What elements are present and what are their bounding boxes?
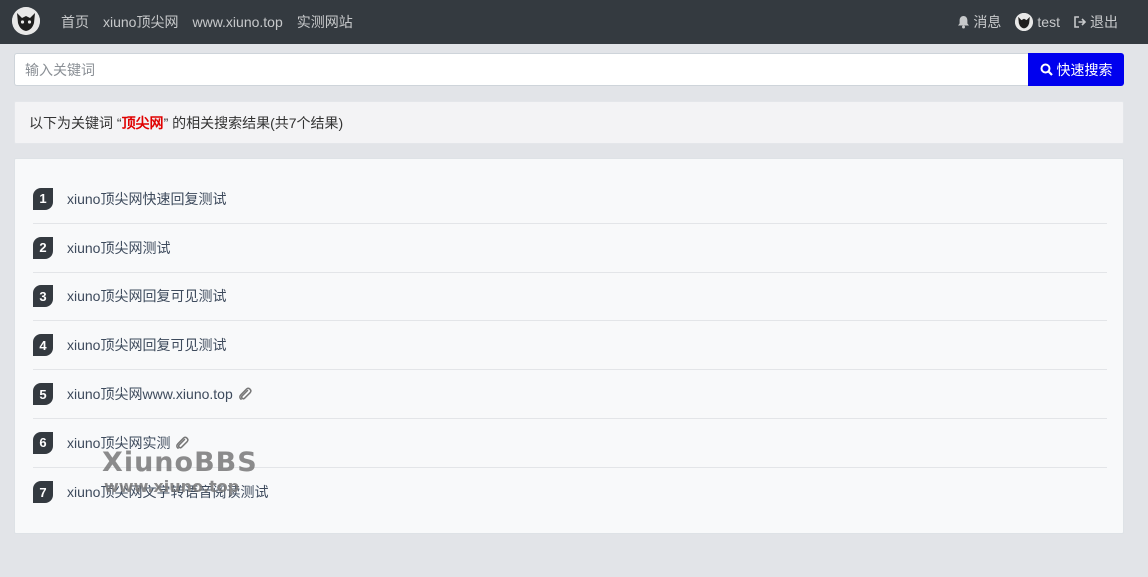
nav-link-xiuno[interactable]: xiuno顶尖网 xyxy=(103,12,178,32)
nav-links: 首页 xiuno顶尖网 www.xiuno.top 实测网站 xyxy=(61,0,367,44)
result-number: 1 xyxy=(33,187,53,210)
list-item: 3 xiuno顶尖网回复可见测试 xyxy=(33,273,1107,322)
list-item: 2 xiuno顶尖网测试 xyxy=(33,224,1107,273)
result-number: 2 xyxy=(33,236,53,259)
paperclip-icon xyxy=(175,436,190,450)
search-input[interactable] xyxy=(14,53,1028,86)
list-item: 7 xiuno顶尖网文字转语音阅读测试 xyxy=(33,468,1107,517)
summary-prefix: 以下为关键词 “ xyxy=(29,114,122,131)
result-title-link[interactable]: xiuno顶尖网www.xiuno.top xyxy=(67,384,233,404)
result-title-link[interactable]: xiuno顶尖网回复可见测试 xyxy=(67,335,226,355)
search-icon xyxy=(1040,63,1053,76)
search-button[interactable]: 快速搜索 xyxy=(1028,53,1124,86)
xiuno-mascot-icon[interactable] xyxy=(12,7,40,35)
search-summary: 以下为关键词 “顶尖网” 的相关搜索结果(共7个结果) xyxy=(14,101,1124,144)
nav-user-area: 消息 test 退出 xyxy=(943,0,1118,44)
messages-label: 消息 xyxy=(973,14,1002,30)
summary-keyword: 顶尖网 xyxy=(121,114,164,131)
result-title-link[interactable]: xiuno顶尖网快速回复测试 xyxy=(67,189,226,209)
logout-link[interactable]: 退出 xyxy=(1074,12,1118,32)
nav-link-site[interactable]: www.xiuno.top xyxy=(192,14,282,30)
result-number: 3 xyxy=(33,285,53,308)
result-number: 7 xyxy=(33,481,53,504)
nav-link-test-site[interactable]: 实测网站 xyxy=(297,12,353,32)
results-list: 1 xiuno顶尖网快速回复测试 2 xiuno顶尖网测试 3 xiuno顶尖网… xyxy=(33,175,1107,517)
paperclip-icon xyxy=(238,387,252,401)
nav-link-home[interactable]: 首页 xyxy=(61,12,89,32)
result-title-link[interactable]: xiuno顶尖网文字转语音阅读测试 xyxy=(67,482,268,502)
logout-icon xyxy=(1074,16,1087,28)
list-item: 1 xiuno顶尖网快速回复测试 xyxy=(33,175,1107,224)
messages-link[interactable]: 消息 xyxy=(957,12,1001,32)
logout-label: 退出 xyxy=(1090,14,1118,30)
result-title-link[interactable]: xiuno顶尖网测试 xyxy=(67,238,170,258)
user-name: test xyxy=(1037,14,1060,30)
result-number: 5 xyxy=(33,383,53,406)
result-title-link[interactable]: xiuno顶尖网回复可见测试 xyxy=(67,286,226,306)
result-title-link[interactable]: xiuno顶尖网实测 xyxy=(67,433,170,453)
search-button-label: 快速搜索 xyxy=(1056,61,1113,78)
results-card: 1 xiuno顶尖网快速回复测试 2 xiuno顶尖网测试 3 xiuno顶尖网… xyxy=(14,158,1124,534)
summary-suffix: ” 的相关搜索结果(共7个结果) xyxy=(163,114,344,131)
list-item: 6 xiuno顶尖网实测 xyxy=(33,419,1107,468)
top-navbar: 首页 xiuno顶尖网 www.xiuno.top 实测网站 消息 test 退… xyxy=(0,0,1148,44)
search-bar: 快速搜索 xyxy=(14,53,1124,86)
user-menu[interactable]: test xyxy=(1015,13,1060,31)
list-item: 5 xiuno顶尖网www.xiuno.top xyxy=(33,370,1107,419)
result-number: 4 xyxy=(33,334,53,357)
bell-icon xyxy=(958,16,970,29)
list-item: 4 xiuno顶尖网回复可见测试 xyxy=(33,321,1107,371)
result-number: 6 xyxy=(33,431,53,454)
avatar xyxy=(1015,13,1034,31)
